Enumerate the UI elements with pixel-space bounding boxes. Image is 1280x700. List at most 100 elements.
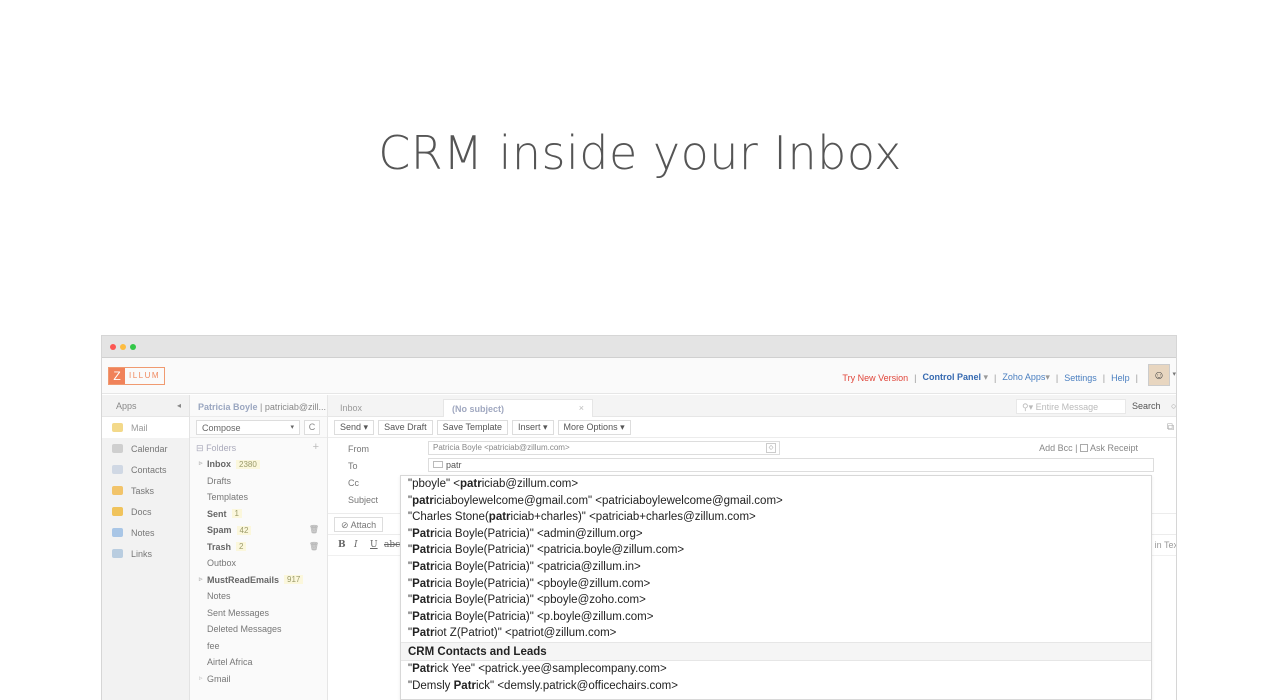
popout-icon[interactable]: ⧉ [1167,422,1174,433]
plain-text-link[interactable]: in Tex [1155,540,1176,550]
folder-inbox[interactable]: ▹ Inbox 2380 [190,456,327,473]
suggestion-item[interactable]: "Patricia Boyle(Patricia)" <patricia@zil… [401,559,1151,576]
suggestion-item[interactable]: "patriciaboylewelcome@gmail.com" <patric… [401,493,1151,510]
suggestion-item[interactable]: "Patricia Boyle(Patricia)" <admin@zillum… [401,526,1151,543]
crm-suggestion-item[interactable]: "Demsly Patrick" <demsly.patrick@officec… [401,678,1151,695]
insert-button[interactable]: Insert ▾ [511,419,554,435]
suggestion-item[interactable]: "Patricia Boyle(Patricia)" <p.boyle@zill… [401,609,1151,626]
suggestion-item[interactable]: "Patricia Boyle(Patricia)" <pboyle@zoho.… [401,592,1151,609]
more-icon[interactable]: ○ [1171,401,1176,411]
save-draft-button[interactable]: Save Draft [378,419,433,435]
app-item-calendar[interactable]: Calendar [102,438,189,459]
avatar[interactable]: ☺ [1148,364,1170,386]
compose-toolbar: Send ▾ Save Draft Save Template Insert ▾… [328,417,1176,438]
compose-button[interactable]: Compose ▾ [196,419,300,435]
cc-label: Cc [348,478,359,488]
close-window-dot[interactable] [110,343,116,350]
folder-notes[interactable]: Notes [190,588,327,605]
send-button[interactable]: Send ▾ [334,419,375,435]
calendar-icon [112,444,123,453]
mail-icon [112,423,123,432]
try-new-version-link[interactable]: Try New Version [842,373,908,383]
from-select[interactable]: Patricia Boyle <patriciab@zillum.com> ◇ [428,441,780,455]
to-row: To patr [328,457,1176,474]
suggestion-item[interactable]: "Charles Stone(patriciab+charles)" <patr… [401,509,1151,526]
folder-airtel-africa[interactable]: Airtel Africa [190,654,327,671]
help-link[interactable]: Help [1111,373,1130,383]
folder-deleted-messages[interactable]: Deleted Messages [190,621,327,638]
expand-icon[interactable]: ▹ [199,674,203,682]
trash-icon[interactable]: 🗑 [309,525,319,534]
attach-button[interactable]: ⊘ Attach [334,517,384,532]
tab-bar: Inbox (No subject) × ⚲▾ Entire Message S… [328,395,1176,417]
folder-mustreademails[interactable]: ▹ MustReadEmails 917 [190,572,327,589]
close-icon[interactable]: × [579,403,584,413]
compose-row: Compose ▾ C [190,417,327,438]
add-folder-icon[interactable]: + [313,441,319,453]
apps-sidebar: Apps ◂ Mail Calendar Contacts Tasks Docs… [102,395,190,700]
window-chrome [102,336,1176,358]
folder-templates[interactable]: Templates [190,489,327,506]
folders-header[interactable]: ⊟ Folders + [190,438,327,456]
to-input[interactable]: patr [428,458,1154,472]
app-item-contacts[interactable]: Contacts [102,459,189,480]
expand-icon[interactable]: ▹ [199,575,203,583]
folder-spam[interactable]: Spam 42 🗑 [190,522,327,539]
chevron-down-icon[interactable]: ▾ [1172,370,1176,378]
control-panel-link[interactable]: Control Panel ▾ [922,372,988,383]
folder-drafts[interactable]: Drafts [190,473,327,490]
app-item-links[interactable]: Links [102,543,189,564]
suggestion-item[interactable]: "Patriot Z(Patriot)" <patriot@zillum.com… [401,625,1151,642]
contact-book-icon[interactable] [433,461,443,468]
settings-link[interactable]: Settings [1064,373,1097,383]
folder-sent-messages[interactable]: Sent Messages [190,605,327,622]
folder-fee[interactable]: fee [190,638,327,655]
unread-count: 2380 [236,459,260,469]
chevron-down-icon: ▾ [983,372,989,382]
unread-count: 917 [284,575,304,585]
chevron-down-icon: ▾ [290,423,294,431]
to-label: To [348,461,358,471]
add-bcc-options: Add Bcc | Ask Receipt [1039,443,1138,453]
app-item-notes[interactable]: Notes [102,522,189,543]
minimize-window-dot[interactable] [120,343,126,350]
from-row: From Patricia Boyle <patriciab@zillum.co… [328,440,1176,457]
tab-inbox[interactable]: Inbox [332,399,370,417]
underline-icon[interactable]: U [370,540,378,550]
hero-title: CRM inside your Inbox [378,126,902,180]
suggestion-item[interactable]: "Patricia Boyle(Patricia)" <pboyle@zillu… [401,576,1151,593]
ask-receipt-checkbox[interactable] [1079,444,1088,452]
app-item-mail[interactable]: Mail [102,417,189,438]
crm-suggestion-item[interactable]: "Patrick Yee" <patrick.yee@samplecompany… [401,661,1151,678]
add-bcc-link[interactable]: Add Bcc | [1039,443,1077,453]
suggestion-item[interactable]: "pboyle" <patriciab@zillum.com> [401,476,1151,493]
folder-sent[interactable]: Sent 1 [190,506,327,523]
folder-trash[interactable]: Trash 2 🗑 [190,539,327,556]
from-label: From [348,444,369,454]
folder-outbox[interactable]: Outbox [190,555,327,572]
search-input[interactable]: ⚲▾ Entire Message [1016,399,1126,414]
maximize-window-dot[interactable] [130,343,136,350]
expand-icon[interactable]: ▹ [199,459,203,467]
suggestion-item[interactable]: "Patricia Boyle(Patricia)" <patricia.boy… [401,542,1151,559]
trash-icon[interactable]: 🗑 [309,542,319,551]
folder-gmail[interactable]: ▹ Gmail [190,671,327,688]
search-button[interactable]: Search [1132,401,1161,411]
more-options-button[interactable]: More Options ▾ [557,419,631,435]
chevron-down-icon: ▾ [363,421,369,432]
save-template-button[interactable]: Save Template [436,419,508,435]
contacts-icon [112,465,123,474]
autocomplete-dropdown: "pboyle" <patriciab@zillum.com> "patrici… [400,475,1152,700]
unread-count: 2 [236,542,247,552]
app-item-docs[interactable]: Docs [102,501,189,522]
tab-no-subject[interactable]: (No subject) × [443,399,593,417]
paperclip-icon: ⊘ [341,520,349,530]
italic-icon[interactable]: I [354,540,358,550]
zoho-apps-link[interactable]: Zoho Apps▾ [1002,372,1050,383]
bold-icon[interactable]: B [338,540,346,550]
app-item-tasks[interactable]: Tasks [102,480,189,501]
zillum-logo[interactable]: Z ILLUM [108,367,166,385]
collapse-arrow-icon[interactable]: ◂ [177,401,181,410]
refresh-icon[interactable]: C [304,419,320,435]
strikethrough-icon[interactable]: abc [384,540,400,550]
